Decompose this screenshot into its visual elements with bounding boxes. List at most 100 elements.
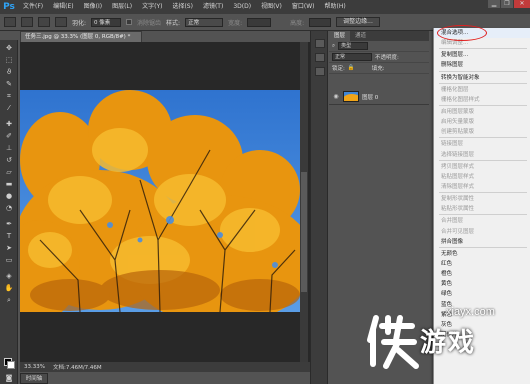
width-input[interactable] — [247, 17, 272, 27]
document-tab[interactable]: 任务三.jpg @ 33.3% (图层 0, RGB/8#) * — [20, 31, 142, 42]
context-menu-item: 清除图层样式 — [441, 183, 475, 190]
quick-mask-icon[interactable]: ◙ — [4, 374, 14, 382]
adjustments-panel-icon[interactable] — [315, 67, 325, 76]
healing-brush-tool-icon[interactable]: ✚ — [4, 120, 14, 128]
vertical-scrollbar[interactable] — [300, 42, 308, 362]
blur-tool-icon[interactable]: ● — [4, 192, 14, 200]
menu-items: 文件(F) 编辑(E) 图像(I) 图层(L) 文字(Y) 选择(S) 滤镜(T) 3D(D)… — [18, 0, 351, 14]
context-menu-item[interactable]: 拼合图像 — [434, 237, 530, 247]
layer-filter-select[interactable]: 类型 — [338, 42, 369, 50]
menu-item[interactable]: 3D(D) — [228, 0, 256, 14]
menu-item[interactable]: 文件(F) — [18, 0, 48, 14]
context-menu-item: 合并可见图层 — [441, 228, 475, 235]
context-menu-item: 链接图层 — [441, 141, 464, 148]
feather-input[interactable]: 0 像素 — [91, 17, 122, 27]
history-brush-tool-icon[interactable]: ↺ — [4, 156, 14, 164]
minimize-button[interactable]: ▁ — [488, 0, 500, 8]
menu-item[interactable]: 图层(L) — [107, 0, 137, 14]
width-label: 宽度: — [228, 19, 243, 27]
context-menu-item: 合并图层 — [441, 218, 464, 225]
menu-item[interactable]: 视图(V) — [256, 0, 287, 14]
watermark-text: 游戏 — [420, 328, 477, 358]
context-menu-item: 粘贴图层样式 — [441, 173, 475, 180]
context-menu-item[interactable]: 无颜色 — [434, 249, 530, 259]
menu-item[interactable]: 文字(Y) — [137, 0, 167, 14]
context-menu-item: 拷贝图层样式 — [441, 163, 475, 170]
menu-item[interactable]: 帮助(H) — [320, 0, 351, 14]
visibility-eye-icon[interactable]: ◉ — [332, 93, 340, 101]
fill-label: 填充: — [371, 66, 385, 72]
zoom-tool-icon[interactable]: ⌕ — [4, 296, 14, 304]
brush-tool-icon[interactable]: ✐ — [4, 132, 14, 140]
restore-button[interactable]: ❐ — [501, 0, 513, 8]
crop-tool-icon[interactable]: ⌗ — [4, 92, 14, 100]
subtract-selection-icon[interactable] — [55, 17, 67, 27]
marquee-tool-preset-icon[interactable] — [4, 17, 16, 27]
blend-row: 正常 不透明度: — [329, 52, 429, 63]
tab-channels[interactable]: 通道 — [350, 31, 371, 41]
timeline-tab[interactable]: 时间轴 — [20, 373, 48, 384]
refine-edge-button[interactable]: 调整边缘... — [336, 17, 380, 27]
context-menu-item: 粘贴形状属性 — [441, 206, 475, 213]
context-menu-item[interactable]: 转换为智能对象 — [434, 73, 530, 83]
menu-item[interactable]: 选择(S) — [167, 0, 198, 14]
properties-panel-icon[interactable] — [315, 53, 325, 62]
menu-bar: Ps 文件(F) 编辑(E) 图像(I) 图层(L) 文字(Y) 选择(S) 滤镜(T) 3D… — [0, 0, 530, 14]
tab-layers[interactable]: 图层 — [329, 31, 351, 41]
context-menu-item[interactable]: 红色 — [434, 259, 530, 269]
path-select-tool-icon[interactable]: ➤ — [4, 244, 14, 252]
feather-label: 羽化: — [72, 19, 87, 27]
context-menu-item[interactable]: 橙色 — [434, 269, 530, 279]
gradient-tool-icon[interactable]: ▬ — [4, 180, 14, 188]
eraser-tool-icon[interactable]: ▱ — [4, 168, 14, 176]
antialias-label: 消除锯齿 — [137, 19, 162, 27]
context-menu-item: 栅格化图层 — [441, 86, 469, 93]
watermark-logo-icon — [367, 315, 419, 369]
height-label: 高度: — [290, 19, 305, 27]
clone-stamp-tool-icon[interactable]: ⊥ — [4, 144, 14, 152]
context-menu-item[interactable]: 删除图层 — [434, 60, 530, 70]
menu-item[interactable]: 窗口(W) — [287, 0, 320, 14]
lock-label: 锁定: — [332, 66, 345, 72]
menu-item[interactable]: 图像(I) — [79, 0, 107, 14]
photoshop-logo: Ps — [3, 2, 15, 12]
highlight-circle — [437, 25, 487, 41]
style-select[interactable]: 正常 — [185, 17, 224, 27]
lock-icon[interactable]: 🔒 — [348, 65, 355, 71]
quick-select-tool-icon[interactable]: ✎ — [4, 80, 14, 88]
menu-item[interactable]: 编辑(E) — [48, 0, 78, 14]
marquee-tool-icon[interactable]: ⬚ — [4, 56, 14, 64]
context-menu-item[interactable]: 绿色 — [434, 289, 530, 299]
3d-tool-icon[interactable]: ◈ — [4, 272, 14, 280]
style-label: 样式: — [166, 19, 181, 27]
pen-tool-icon[interactable]: ✒ — [4, 220, 14, 228]
antialias-checkbox[interactable] — [126, 19, 133, 25]
watermark-url: xiayx.com — [446, 306, 495, 318]
canvas-area[interactable] — [20, 42, 310, 362]
context-menu-item[interactable]: 复制图层... — [434, 50, 530, 60]
close-button[interactable]: ✕ — [514, 0, 530, 8]
hand-tool-icon[interactable]: ✋ — [4, 284, 14, 292]
background-color-swatch[interactable] — [7, 361, 15, 369]
document-info[interactable]: 文档:7.46M/7.46M — [53, 363, 102, 371]
context-menu-item: 创建剪贴蒙版 — [441, 129, 475, 136]
shape-tool-icon[interactable]: ▭ — [4, 256, 14, 264]
add-selection-icon[interactable] — [38, 17, 50, 27]
eyedropper-tool-icon[interactable]: ⁄ — [4, 104, 14, 112]
new-selection-icon[interactable] — [21, 17, 33, 27]
vertical-scrollbar-thumb[interactable] — [301, 172, 307, 292]
type-tool-icon[interactable]: T — [4, 232, 14, 240]
dodge-tool-icon[interactable]: ◔ — [4, 204, 14, 212]
lasso-tool-icon[interactable]: ϑ — [4, 68, 14, 76]
move-tool-icon[interactable]: ✥ — [4, 44, 14, 52]
layer-row[interactable]: ◉ 图层 0 — [329, 89, 429, 105]
layer-name[interactable]: 图层 0 — [362, 93, 378, 101]
height-input[interactable] — [309, 17, 332, 27]
layer-filter-row: ⌕ 类型 — [329, 41, 429, 52]
menu-item[interactable]: 滤镜(T) — [198, 0, 228, 14]
zoom-level[interactable]: 33.33% — [24, 364, 45, 370]
context-menu-item: 复制形状属性 — [441, 196, 475, 203]
history-panel-icon[interactable] — [315, 39, 325, 48]
blend-mode-select[interactable]: 正常 — [332, 53, 372, 61]
context-menu-item[interactable]: 黄色 — [434, 279, 530, 289]
